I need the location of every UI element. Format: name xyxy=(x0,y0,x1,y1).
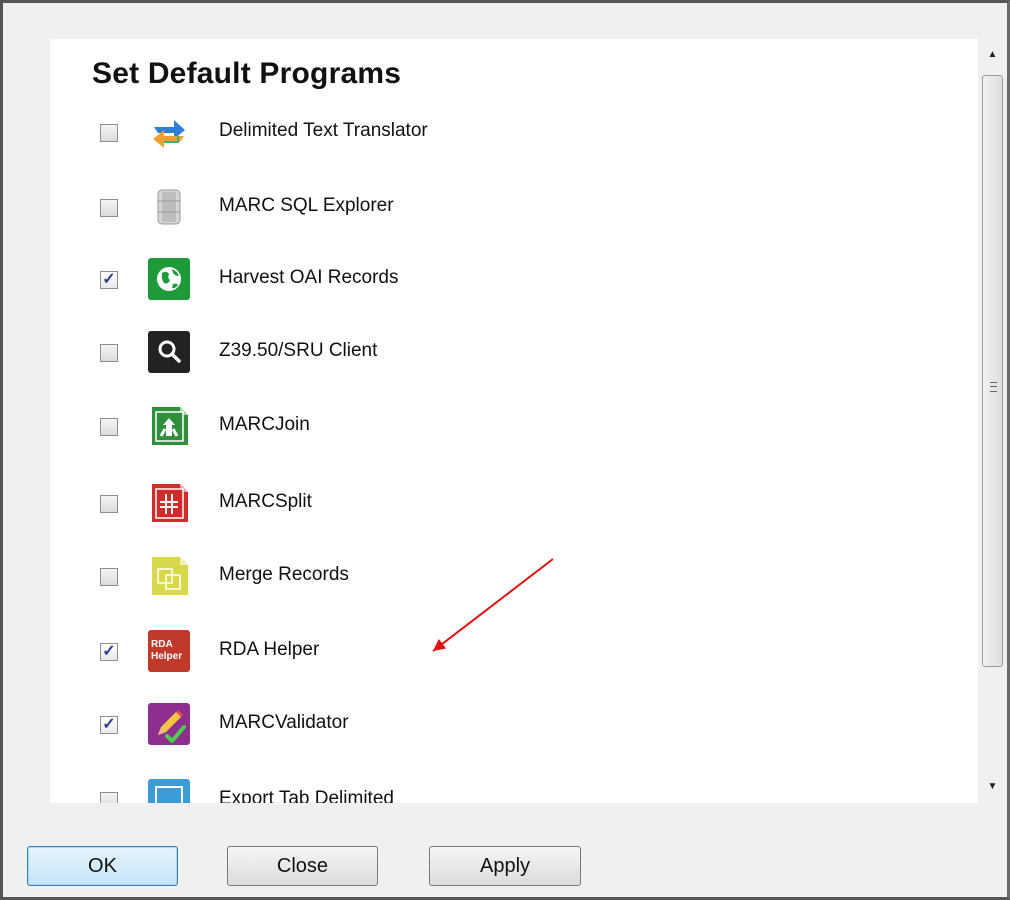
scroll-down-arrow-icon[interactable]: ▼ xyxy=(978,771,1007,801)
scrollbar-thumb[interactable] xyxy=(982,75,1003,667)
program-row-marcsplit[interactable]: MARCSplit xyxy=(50,482,970,532)
split-icon xyxy=(148,482,190,524)
ok-button[interactable]: OK xyxy=(27,846,178,886)
program-row-delimited-text-translator[interactable]: Delimited Text Translator xyxy=(50,111,970,161)
rda-helper-icon: RDA Helper xyxy=(148,630,190,672)
magnifier-icon xyxy=(148,331,190,373)
program-label: MARCSplit xyxy=(219,491,312,512)
checkbox-rda-helper[interactable]: ✓ xyxy=(100,643,118,661)
program-row-marcjoin[interactable]: MARCJoin xyxy=(50,405,970,455)
scroll-up-arrow-icon[interactable]: ▲ xyxy=(978,39,1007,69)
program-row-harvest-oai-records[interactable]: ✓ Harvest OAI Records xyxy=(50,258,970,308)
page-title: Set Default Programs xyxy=(92,57,402,90)
swap-arrows-icon xyxy=(148,111,190,153)
checkbox-z3950-sru-client[interactable] xyxy=(100,344,118,362)
program-row-z3950-sru-client[interactable]: Z39.50/SRU Client xyxy=(50,331,970,381)
program-label: Delimited Text Translator xyxy=(219,120,428,141)
program-label: RDA Helper xyxy=(219,639,320,660)
program-label: MARCValidator xyxy=(219,712,349,733)
globe-icon xyxy=(148,258,190,300)
database-icon xyxy=(148,186,190,228)
program-label: Export Tab Delimited xyxy=(219,788,394,803)
checkbox-delimited-text-translator[interactable] xyxy=(100,124,118,142)
checkbox-marcjoin[interactable] xyxy=(100,418,118,436)
apply-button[interactable]: Apply xyxy=(429,846,581,886)
rda-helper-icon-text: RDA Helper xyxy=(151,639,183,662)
export-icon xyxy=(148,779,190,803)
program-row-merge-records[interactable]: Merge Records xyxy=(50,555,970,605)
program-label: Merge Records xyxy=(219,564,349,585)
checkbox-marcsplit[interactable] xyxy=(100,495,118,513)
grip-icon xyxy=(990,382,997,392)
program-row-rda-helper[interactable]: ✓ RDA Helper RDA Helper xyxy=(50,630,970,680)
program-row-export-tab-delimited[interactable]: Export Tab Delimited xyxy=(50,779,970,803)
program-label: MARC SQL Explorer xyxy=(219,195,394,216)
program-row-marcvalidator[interactable]: ✓ MARCValidator xyxy=(50,703,970,753)
set-default-programs-dialog: Set Default Programs Delimited Text Tran… xyxy=(0,0,1010,900)
checkbox-merge-records[interactable] xyxy=(100,568,118,586)
join-icon xyxy=(148,405,190,447)
close-button[interactable]: Close xyxy=(227,846,378,886)
programs-panel: Set Default Programs Delimited Text Tran… xyxy=(50,39,1007,803)
checkbox-marc-sql-explorer[interactable] xyxy=(100,199,118,217)
program-row-marc-sql-explorer[interactable]: MARC SQL Explorer xyxy=(50,186,970,236)
validator-icon xyxy=(148,703,190,745)
program-label: MARCJoin xyxy=(219,414,310,435)
vertical-scrollbar[interactable]: ▲ ▼ xyxy=(978,39,1007,803)
checkbox-marcvalidator[interactable]: ✓ xyxy=(100,716,118,734)
merge-icon xyxy=(148,555,190,597)
checkbox-export-tab-delimited[interactable] xyxy=(100,792,118,803)
program-label: Z39.50/SRU Client xyxy=(219,340,378,361)
checkbox-harvest-oai-records[interactable]: ✓ xyxy=(100,271,118,289)
program-label: Harvest OAI Records xyxy=(219,267,399,288)
